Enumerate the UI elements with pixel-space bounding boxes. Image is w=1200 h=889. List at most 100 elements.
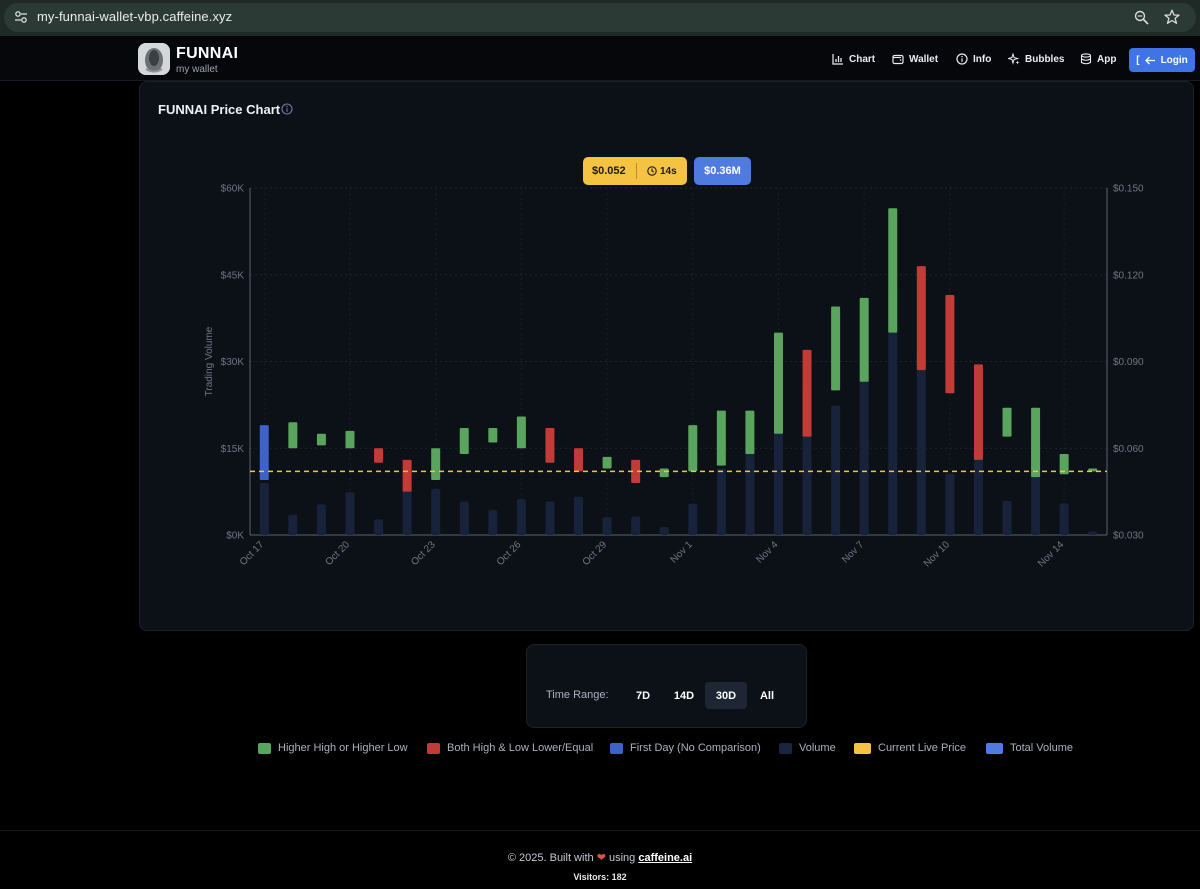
legend-label: Higher High or Higher Low (278, 742, 408, 754)
nav-bubbles-label: Bubbles (1025, 53, 1065, 65)
price-candle (716, 410, 726, 466)
volume-bar (259, 482, 269, 535)
volume-bar (288, 514, 298, 535)
nav-chart[interactable]: Chart (832, 47, 875, 71)
volume-bar (431, 488, 441, 535)
price-candle (831, 306, 841, 391)
live-price-badge: $0.052 14s (583, 157, 687, 185)
volume-bar (716, 468, 726, 535)
range-14d-button[interactable]: 14D (667, 682, 701, 709)
volume-bar (831, 405, 841, 535)
range-7d-button[interactable]: 7D (627, 682, 659, 709)
legend-label: Current Live Price (878, 742, 967, 754)
caffeine-link[interactable]: caffeine.ai (638, 852, 692, 864)
refresh-timer: 14s (637, 166, 677, 177)
visitor-count: Visitors: 182 (573, 872, 627, 882)
price-candle (574, 448, 584, 472)
price-chart-card: FUNNAI Price Chart $0K $0.030 $15K $0.060 $3… (139, 81, 1194, 631)
login-label: Login (1160, 54, 1188, 66)
price-candle (659, 468, 669, 478)
volume-bar (345, 492, 355, 535)
volume-bar (973, 452, 983, 535)
nav-app[interactable]: App (1080, 47, 1116, 71)
price-candle (745, 410, 755, 455)
copyright-text: © 2025. Built with (507, 852, 594, 864)
volume-bar (916, 352, 926, 535)
volume-bar (459, 501, 469, 535)
x-axis-tick-label: Oct 23 (409, 539, 438, 568)
volume-bar (688, 503, 698, 535)
price-candle (402, 459, 412, 492)
legend-item-live-price: Current Live Price (854, 741, 966, 755)
clock-icon (647, 166, 657, 176)
live-price-value: $0.052 (592, 165, 626, 177)
left-axis-tick-label: $45K (221, 270, 245, 281)
right-axis-tick-label: $0.060 (1113, 444, 1144, 455)
total-volume-badge: $0.36M (694, 157, 751, 185)
legend-item-higher: Higher High or Higher Low (258, 741, 408, 755)
volume-bar (945, 473, 955, 535)
using-text: using (608, 852, 636, 864)
nav-app-label: App (1097, 53, 1117, 65)
price-candle (459, 428, 469, 455)
footer-credit: © 2025. Built with ❤ using caffeine.ai (0, 851, 1200, 864)
site-settings-icon[interactable] (14, 10, 28, 24)
time-range-card: Time Range: 7D 14D 30D All (526, 644, 807, 728)
nav-info[interactable]: Info (956, 47, 991, 71)
refresh-timer-value: 14s (660, 165, 677, 177)
logo-image-icon (138, 43, 170, 75)
legend-item-volume: Volume (779, 741, 836, 755)
login-button[interactable]: [ Login (1129, 48, 1195, 72)
heart-icon: ❤ (596, 852, 606, 864)
volume-bar (316, 504, 326, 535)
volume-bar (631, 516, 641, 535)
x-axis-tick-label: Oct 29 (581, 539, 610, 568)
right-axis-tick-label: $0.030 (1113, 531, 1144, 542)
range-30d-button[interactable]: 30D (705, 682, 747, 709)
database-icon (1080, 53, 1092, 65)
brand-subtitle: my wallet (176, 64, 218, 75)
volume-bar (1088, 531, 1098, 535)
legend-item-first-day: First Day (No Comparison) (610, 741, 761, 755)
price-candle (1031, 407, 1041, 478)
legend-swatch-green (258, 742, 271, 754)
volume-bar (574, 496, 584, 535)
bookmark-star-icon[interactable] (1164, 9, 1180, 25)
volume-bar (602, 517, 612, 535)
total-volume-value: $0.36M (704, 165, 741, 177)
brand-logo[interactable] (138, 43, 170, 75)
price-candle (288, 422, 298, 449)
legend-label: First Day (No Comparison) (630, 742, 761, 754)
nav-wallet-label: Wallet (909, 53, 939, 65)
price-candle (888, 208, 898, 333)
volume-bar (659, 526, 669, 535)
volume-bar (1059, 503, 1069, 535)
price-candle (374, 448, 384, 463)
x-axis-tick-label: Oct 17 (238, 539, 267, 568)
x-axis-tick-label: Nov 14 (1036, 539, 1066, 569)
volume-bar (402, 488, 412, 535)
x-axis-tick-label: Nov 4 (754, 539, 781, 566)
zoom-icon[interactable] (1134, 10, 1149, 25)
url-text[interactable]: my-funnai-wallet-vbp.caffeine.xyz (37, 9, 232, 24)
nav-bubbles[interactable]: Bubbles (1008, 47, 1064, 71)
brand-name[interactable]: FUNNAI (176, 45, 238, 63)
legend-label: Volume (799, 742, 836, 754)
price-candle (773, 332, 783, 434)
legend-swatch-yellow (854, 742, 871, 754)
left-axis-tick-label: $60K (221, 184, 245, 195)
volume-bar (545, 501, 555, 535)
sparkle-icon (1008, 53, 1020, 65)
left-axis-tick-label: $15K (221, 444, 245, 455)
nav-wallet[interactable]: Wallet (892, 47, 938, 71)
volume-bar (374, 519, 384, 535)
bar-chart-icon (832, 54, 843, 65)
time-range-label: Time Range: (546, 689, 609, 701)
legend-label: Both High & Low Lower/Equal (447, 742, 594, 754)
price-candle (345, 430, 355, 449)
address-bar[interactable]: my-funnai-wallet-vbp.caffeine.xyz (4, 3, 1196, 32)
price-candle (1002, 407, 1012, 437)
price-candle (602, 456, 612, 469)
price-candle (516, 416, 526, 449)
range-all-button[interactable]: All (751, 682, 783, 709)
